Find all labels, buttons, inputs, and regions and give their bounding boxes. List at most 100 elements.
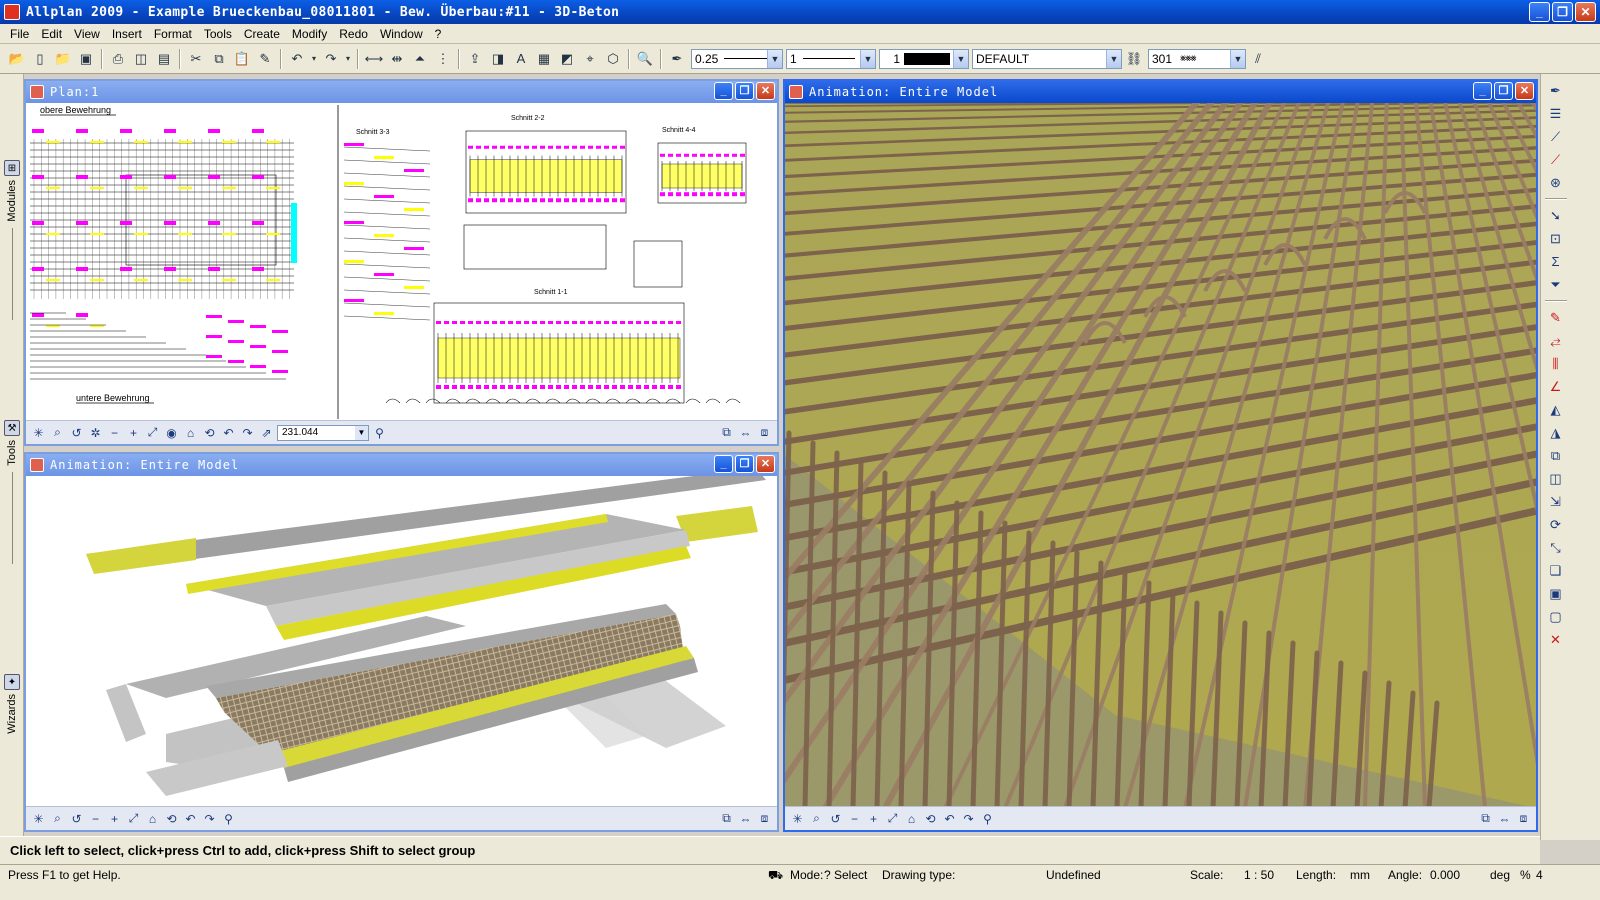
select-icon[interactable]: ➘: [1545, 205, 1567, 226]
bars-icon[interactable]: ⫼: [1545, 353, 1567, 374]
zoom-in-icon[interactable]: +: [125, 424, 142, 442]
stretch-icon[interactable]: ⇲: [1545, 491, 1567, 512]
copy-view-icon[interactable]: ⧉: [1477, 810, 1494, 828]
zoom-previous-icon[interactable]: ↺: [68, 424, 85, 442]
sync-view-icon[interactable]: ⇔: [1496, 810, 1513, 828]
elevation-icon[interactable]: ⏶: [409, 48, 431, 70]
zoom-icon[interactable]: ⌕: [49, 810, 66, 828]
sum-icon[interactable]: Σ: [1545, 251, 1567, 272]
window-arrange-icon[interactable]: ⧈: [756, 810, 773, 828]
undo-icon[interactable]: ↶: [286, 48, 308, 70]
close-button[interactable]: ✕: [756, 82, 775, 100]
pin-icon[interactable]: ⚲: [979, 810, 996, 828]
navigator-icon[interactable]: ⌖: [579, 48, 601, 70]
refresh-icon[interactable]: ✳: [789, 810, 806, 828]
mirror-copy-icon[interactable]: ◮: [1545, 422, 1567, 443]
line-type-select[interactable]: 1 ▼: [786, 48, 876, 69]
menu-insert[interactable]: Insert: [106, 27, 148, 41]
color-select[interactable]: 1 ▼: [879, 48, 969, 69]
mode-value[interactable]: ? Select: [824, 868, 867, 882]
close-button[interactable]: ✕: [1575, 2, 1596, 22]
menu-tools[interactable]: Tools: [198, 27, 238, 41]
menu-file[interactable]: File: [4, 27, 35, 41]
orbit-icon[interactable]: ⟲: [922, 810, 939, 828]
window-arrange-icon[interactable]: ⧈: [756, 424, 773, 442]
polyline-icon[interactable]: ⟋: [1545, 126, 1567, 147]
mirror-icon[interactable]: ◭: [1545, 399, 1567, 420]
orbit-icon[interactable]: ⟲: [201, 424, 218, 442]
rotate-right-icon[interactable]: ↷: [960, 810, 977, 828]
zoom-out-icon[interactable]: −: [87, 810, 104, 828]
minimize-button[interactable]: _: [714, 82, 733, 100]
animation-viewport-left[interactable]: Animation: Entire Model _ ❐ ✕ ✳ ⌕ ↺ − + ⤢ …: [24, 452, 779, 832]
spline-icon[interactable]: ⊛: [1545, 172, 1567, 193]
tab-modules[interactable]: ⊞ Modules: [0, 160, 24, 320]
minimize-button[interactable]: _: [714, 455, 733, 473]
menu-view[interactable]: View: [68, 27, 106, 41]
angle-icon[interactable]: ∠: [1545, 376, 1567, 397]
maximize-button[interactable]: ❐: [1552, 2, 1573, 22]
zoom-previous-icon[interactable]: ↺: [827, 810, 844, 828]
new-icon[interactable]: ▯: [29, 48, 51, 70]
menu-modify[interactable]: Modify: [286, 27, 333, 41]
format-painter-icon[interactable]: ✎: [254, 48, 276, 70]
menu-window[interactable]: Window: [374, 27, 429, 41]
reinforcement-cage-view[interactable]: [785, 103, 1536, 806]
format-properties-icon[interactable]: ⫽: [1247, 48, 1269, 70]
zoom-icon[interactable]: ⌕: [49, 424, 66, 442]
redo-icon[interactable]: ↷: [320, 48, 342, 70]
zoom-scale-select[interactable]: 231.044 ▼: [277, 424, 369, 441]
sync-view-icon[interactable]: ⇔: [737, 424, 754, 442]
redo-dropdown-icon[interactable]: ▾: [343, 48, 353, 70]
pen-pick-icon[interactable]: ✒: [666, 48, 688, 70]
text-icon[interactable]: A: [510, 48, 532, 70]
zoom-out-icon[interactable]: −: [846, 810, 863, 828]
print-preview-icon[interactable]: ◫: [130, 48, 152, 70]
info-icon[interactable]: ⋮: [432, 48, 454, 70]
refresh-icon[interactable]: ✳: [30, 424, 47, 442]
pan-icon[interactable]: ⤢: [884, 810, 901, 828]
close-button[interactable]: ✕: [1515, 82, 1534, 100]
rotate-left-icon[interactable]: ↶: [941, 810, 958, 828]
layer-select[interactable]: DEFAULT ▼: [972, 48, 1122, 69]
animation-viewport-right[interactable]: Animation: Entire Model _ ❐ ✕ ✳ ⌕ ↺ − + ⤢ …: [783, 79, 1538, 832]
drawing-type-value[interactable]: Undefined: [1046, 868, 1101, 882]
close-button[interactable]: ✕: [756, 455, 775, 473]
refresh-icon[interactable]: ✳: [30, 810, 47, 828]
angle-value[interactable]: 0.000: [1430, 868, 1460, 882]
plot-icon[interactable]: ◩: [556, 48, 578, 70]
zoom-out-icon[interactable]: −: [106, 424, 123, 442]
sync-view-icon[interactable]: ⇔: [737, 810, 754, 828]
zoom-icon[interactable]: ⌕: [808, 810, 825, 828]
save-icon[interactable]: ▣: [75, 48, 97, 70]
length-unit[interactable]: mm: [1350, 868, 1370, 882]
bridge-model-view[interactable]: [26, 476, 777, 806]
view-camera-icon[interactable]: ⌂: [182, 424, 199, 442]
drawing-files-icon[interactable]: ▦: [533, 48, 555, 70]
menu-create[interactable]: Create: [238, 27, 286, 41]
tab-wizards[interactable]: ✦ Wizards: [0, 674, 24, 734]
dimension-icon[interactable]: ⇹: [386, 48, 408, 70]
rotate-right-icon[interactable]: ↷: [239, 424, 256, 442]
move-icon[interactable]: ▣: [1545, 583, 1567, 604]
delete-icon[interactable]: ✕: [1545, 629, 1567, 650]
menu-redo[interactable]: Redo: [333, 27, 374, 41]
frame-icon[interactable]: ▢: [1545, 606, 1567, 627]
zoom-all-icon[interactable]: ✲: [87, 424, 104, 442]
menu-edit[interactable]: Edit: [35, 27, 68, 41]
open-zoom-icon[interactable]: ⇗: [258, 424, 275, 442]
rotate-icon[interactable]: ⟳: [1545, 514, 1567, 535]
maximize-button[interactable]: ❐: [735, 82, 754, 100]
pattern-select[interactable]: 301 ⨳⨳⨳ ▼: [1148, 48, 1246, 69]
scale-icon[interactable]: ⤡: [1545, 537, 1567, 558]
layout-icon[interactable]: ▤: [153, 48, 175, 70]
orbit-icon[interactable]: ⟲: [163, 810, 180, 828]
zoom-in-icon[interactable]: +: [865, 810, 882, 828]
layer-icon[interactable]: ◨: [487, 48, 509, 70]
cut-icon[interactable]: ✂: [185, 48, 207, 70]
menu-help[interactable]: ?: [429, 27, 448, 41]
link-icon[interactable]: ⛓: [1123, 48, 1145, 70]
plan-drawing-area[interactable]: obere Bewehrung Schnitt 2-2 Schnitt 4-4 …: [26, 103, 777, 420]
open-icon[interactable]: 📁: [52, 48, 74, 70]
copy-view-icon[interactable]: ⧉: [718, 424, 735, 442]
